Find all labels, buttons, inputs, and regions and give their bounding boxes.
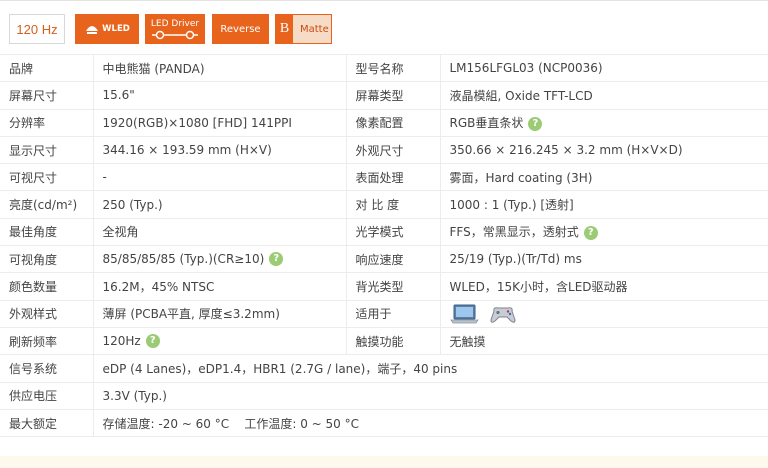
spec-value: eDP (4 Lanes)，eDP1.4，HBR1 (2.7G / lane)，…: [92, 354, 768, 383]
spec-label: 触摸功能: [345, 327, 440, 356]
spec-value: 85/85/85/85 (Typ.)(CR≥10): [102, 251, 265, 266]
question-circle-icon[interactable]: ?: [528, 116, 543, 131]
spec-value: 350.66 × 216.245 × 3.2 mm (H×V×D): [439, 136, 768, 165]
spec-label: 分辨率: [0, 109, 93, 137]
spec-label: 颜色数量: [0, 272, 93, 301]
spec-label: 适用于: [345, 300, 440, 328]
table-row: 可视尺寸 - 表面处理 雾面，Hard coating (3H): [0, 163, 768, 192]
badge-led-driver-label: LED Driver: [150, 18, 200, 29]
spec-label: 供应电压: [0, 382, 93, 410]
badge-refresh-rate[interactable]: 120 Hz: [9, 14, 65, 44]
spec-value-cell: 85/85/85/85 (Typ.)(CR≥10)?: [92, 245, 346, 274]
gamepad-icon[interactable]: [489, 303, 517, 325]
spec-value: 1920(RGB)×1080 [FHD] 141PPI: [92, 109, 346, 137]
spec-value: LM156LFGL03 (NCP0036): [439, 53, 768, 83]
spec-value: -: [92, 163, 346, 192]
question-circle-icon[interactable]: ?: [583, 225, 598, 240]
lamp-icon: [86, 26, 99, 34]
spec-value: 16.2M，45% NTSC: [92, 272, 346, 301]
spec-value: 344.16 × 193.59 mm (H×V): [92, 136, 346, 165]
badge-wled-label: WLED: [102, 24, 130, 34]
spec-label: 刷新频率: [0, 327, 93, 356]
spec-value: FFS，常黑显示，透射式: [449, 225, 579, 240]
application-icons: [439, 300, 768, 328]
badge-led-driver[interactable]: LED Driver: [145, 14, 205, 44]
spec-value: 雾面，Hard coating (3H): [439, 163, 768, 192]
spec-value: 中电熊猫 (PANDA): [92, 53, 346, 83]
spec-label: 屏幕尺寸: [0, 81, 93, 110]
table-row: 信号系统 eDP (4 Lanes)，eDP1.4，HBR1 (2.7G / l…: [0, 354, 768, 383]
spec-label: 响应速度: [345, 245, 440, 274]
spec-value: 液晶模組, Oxide TFT-LCD: [439, 81, 768, 110]
spec-panel: 120 Hz WLED LED Driver Reverse B Matte 品…: [0, 0, 768, 456]
spec-label: 亮度(cd/m²): [0, 190, 93, 219]
question-circle-icon[interactable]: ?: [145, 334, 160, 349]
spec-value-cell: FFS，常黑显示，透射式?: [439, 218, 768, 247]
spec-label: 对 比 度: [345, 190, 440, 219]
spec-label: 最大额定: [0, 409, 93, 438]
spec-value: 1000 : 1 (Typ.) [透射]: [439, 190, 768, 219]
spec-value: 15.6": [92, 81, 346, 110]
spec-label: 表面处理: [345, 163, 440, 192]
spec-label: 外观尺寸: [345, 136, 440, 165]
spec-value: 薄屏 (PCBA平直, 厚度≤3.2mm): [92, 300, 346, 328]
table-row: 可视角度 85/85/85/85 (Typ.)(CR≥10)? 响应速度 25/…: [0, 245, 768, 274]
spec-value: 全视角: [92, 218, 346, 247]
spec-label: 光学模式: [345, 218, 440, 247]
spec-value: WLED，15K小时，含LED驱动器: [439, 272, 768, 301]
spec-value: 25/19 (Typ.)(Tr/Td) ms: [439, 245, 768, 274]
badge-reverse[interactable]: Reverse: [212, 14, 269, 44]
table-row: 亮度(cd/m²) 250 (Typ.) 对 比 度 1000 : 1 (Typ…: [0, 190, 768, 219]
spec-value: 存储温度: -20 ~ 60 °C 工作温度: 0 ~ 50 °C: [92, 409, 768, 438]
spec-label: 外观样式: [0, 300, 93, 328]
spec-value-cell: 120Hz?: [92, 327, 346, 356]
spec-label: 屏幕类型: [345, 81, 440, 110]
badge-matte[interactable]: B Matte: [275, 14, 332, 44]
badge-wled[interactable]: WLED: [75, 14, 139, 44]
spec-label: 信号系统: [0, 354, 93, 383]
table-row: 供应电压 3.3V (Typ.): [0, 382, 768, 410]
table-row: 显示尺寸 344.16 × 193.59 mm (H×V) 外观尺寸 350.6…: [0, 136, 768, 165]
table-row: 最佳角度 全视角 光学模式 FFS，常黑显示，透射式?: [0, 218, 768, 247]
table-row: 刷新频率 120Hz? 触摸功能 无触摸: [0, 327, 768, 356]
spec-value-cell: RGB垂直条状?: [439, 109, 768, 137]
badge-matte-mark: B: [276, 15, 293, 43]
table-row: 屏幕尺寸 15.6" 屏幕类型 液晶模組, Oxide TFT-LCD: [0, 81, 768, 110]
spec-value: 无触摸: [439, 327, 768, 356]
spec-value: 3.3V (Typ.): [92, 382, 768, 410]
spec-value: 250 (Typ.): [92, 190, 346, 219]
resistor-icon: [152, 30, 198, 39]
badge-reverse-label: Reverse: [220, 23, 261, 35]
table-row: 颜色数量 16.2M，45% NTSC 背光类型 WLED，15K小时，含LED…: [0, 272, 768, 301]
laptop-icon[interactable]: [449, 303, 480, 325]
spec-label: 型号名称: [345, 53, 440, 83]
table-row: 最大额定 存储温度: -20 ~ 60 °C 工作温度: 0 ~ 50 °C: [0, 409, 768, 438]
badge-refresh-rate-label: 120 Hz: [16, 21, 58, 37]
spec-label: 可视角度: [0, 245, 93, 274]
spec-label: 品牌: [0, 53, 93, 83]
table-row: 分辨率 1920(RGB)×1080 [FHD] 141PPI 像素配置 RGB…: [0, 109, 768, 137]
spec-label: 背光类型: [345, 272, 440, 301]
spec-label: 像素配置: [345, 109, 440, 137]
spec-label: 最佳角度: [0, 218, 93, 247]
badge-matte-label: Matte: [300, 23, 329, 35]
table-row: 品牌 中电熊猫 (PANDA) 型号名称 LM156LFGL03 (NCP003…: [0, 53, 768, 83]
spec-table: 品牌 中电熊猫 (PANDA) 型号名称 LM156LFGL03 (NCP003…: [0, 53, 768, 438]
spec-value: 120Hz: [102, 333, 141, 348]
table-row: 外观样式 薄屏 (PCBA平直, 厚度≤3.2mm) 适用于: [0, 300, 768, 328]
spec-value: RGB垂直条状: [449, 116, 524, 131]
spec-label: 显示尺寸: [0, 136, 93, 165]
spec-label: 可视尺寸: [0, 163, 93, 192]
question-circle-icon[interactable]: ?: [269, 252, 284, 267]
